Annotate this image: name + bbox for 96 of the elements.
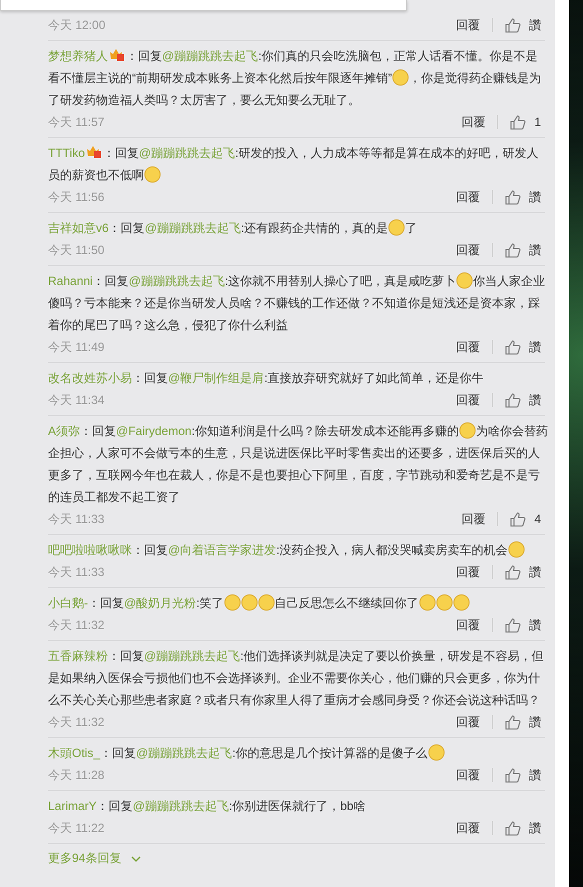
mention-link[interactable]: @蹦蹦跳跳去起飞: [144, 649, 240, 663]
emoji-icon: [240, 594, 258, 611]
comment-text: 五香麻辣粉：回复@蹦蹦跳跳去起飞:他们选择谈判就是决定了要以价换量，研发是不容易，但是如果纳入医保会亏损他们也不会选择谈判。企业不需要你关心，他们赚的只会更多，你为什么不关心关心那些患者家庭？或者只有你家里人得了重病才会感同身受？你还会说这种话吗？: [48, 648, 545, 709]
mention-link[interactable]: @蹦蹦跳跳去起飞: [144, 221, 241, 235]
emoji-icon: [428, 744, 445, 761]
comment-text: 改名改姓苏小易：回复@鞭尸制作组是肩:直接放弃研究就好了如此简单，还是你牛: [48, 370, 485, 387]
emoji-icon: [388, 219, 406, 236]
thumbs-up-icon[interactable]: [505, 564, 521, 580]
reply-button[interactable]: 回覆: [456, 616, 480, 634]
thumbs-up-icon[interactable]: [505, 242, 521, 258]
like-count: 1: [534, 115, 541, 129]
comment-text: A须弥：回复@Fairydemon:你知道利润是什么吗？除去研发成本还能再多赚的 为啥你会替药企担心，人家可不会做亏本的生意，只是说进医保比平时零售卖出的还要多，进医保后买的人更多了，互联网今年也在裁人，你是不是也要担心下阿里，百度，字节跳动和爱奇艺是不是亏的连员工都发不起工资了: [48, 421, 548, 506]
thumbs-up-icon[interactable]: [505, 18, 521, 32]
mention-link[interactable]: @蹦蹦跳跳去起飞: [136, 746, 232, 760]
emoji-icon: [436, 594, 453, 611]
comment-text: 吉祥如意v6：回复@蹦蹦跳跳去起飞:还有跟药企共情的，真的是 了: [48, 218, 418, 238]
emoji-icon: [258, 594, 275, 611]
thumbs-up-icon[interactable]: [505, 820, 521, 836]
username-link[interactable]: A须弥: [48, 424, 80, 438]
like-count: 讚: [529, 714, 541, 730]
timestamp: 今天 11:34: [48, 392, 104, 408]
like-count: 讚: [529, 766, 541, 784]
reply-button[interactable]: 回覆: [456, 392, 480, 408]
emoji-icon: [456, 272, 474, 289]
timestamp: 今天 11:33: [48, 564, 104, 580]
like-count: 讚: [529, 564, 541, 580]
comment-text: Rahanni：回复@蹦蹦跳跳去起飞:这你就不用替别人操心了吧，真是咸吃萝卜 你当人家企业傻吗？亏本能来？还是你当研发人员啥？不赚钱的工作还做？不知道你是短浅还是资本家，踩着你的尾巴了吗？这么急，侵犯了你什么利益: [48, 271, 546, 334]
emoji-icon: [508, 541, 525, 558]
username-link[interactable]: LarimarY: [48, 799, 97, 813]
emoji-icon: [418, 594, 436, 611]
mention-link[interactable]: @Fairydemon: [116, 424, 192, 438]
reply-button[interactable]: 回覆: [456, 242, 480, 258]
emoji-icon: [458, 422, 476, 439]
like-count: 讚: [529, 338, 541, 356]
mention-link[interactable]: @蹦蹦跳跳去起飞: [132, 799, 229, 813]
thumbs-up-icon[interactable]: [505, 618, 521, 632]
like-count: 讚: [529, 242, 541, 258]
timestamp: 今天 11:50: [48, 242, 104, 258]
comment-text: 吧吧啦啦啾啾咪：回复@向着语言学家进发:没药企投入，病人都没哭喊卖房卖车的机会: [48, 539, 548, 561]
reply-button[interactable]: 回覆: [456, 714, 480, 730]
timestamp: 今天 11:32: [48, 616, 104, 634]
comment-text: 木頭Otis_：回复@蹦蹦跳跳去起飞:你的意思是几个按计算器的是傻子么: [48, 742, 548, 764]
like-count: 讚: [529, 16, 541, 34]
thumbs-up-icon[interactable]: [505, 714, 521, 730]
comment-text: LarimarY：回复@蹦蹦跳跳去起飞:你别进医保就行了，bb啥: [48, 798, 367, 815]
more-replies-link[interactable]: 更多94条回复: [48, 850, 142, 867]
mention-link[interactable]: @蹦蹦跳跳去起飞: [162, 49, 258, 63]
emoji-icon: [224, 594, 241, 611]
thumbs-up-icon[interactable]: [505, 392, 521, 408]
comment-text: 梦想养猪人 ：回复@蹦蹦跳跳去起飞:你们真的只会吃洗脑包，正常人话看不懂。你是不是看不懂层主说的“前期研发成本账务上资本化然后按年限逐年摊销” ，你是觉得药企赚钱是为了研发药物造福人类吗？太厉害了，要么无知要么无耻了。: [48, 47, 542, 109]
username-link[interactable]: Rahanni: [48, 274, 93, 288]
reply-button[interactable]: 回覆: [456, 820, 480, 836]
reply-button[interactable]: 回覆: [456, 188, 480, 206]
thumbs-up-icon[interactable]: [505, 340, 521, 354]
thumbs-up-icon[interactable]: [505, 190, 521, 204]
username-link[interactable]: 吉祥如意v6: [48, 221, 109, 235]
emoji-icon: [452, 594, 470, 611]
reply-button[interactable]: 回覆: [456, 564, 480, 580]
reply-button[interactable]: 回覆: [456, 338, 480, 356]
emoji-icon: [392, 69, 409, 86]
username-link[interactable]: 改名改姓苏小易: [48, 371, 132, 385]
mention-link[interactable]: @向着语言学家进发: [168, 543, 276, 557]
reply-button[interactable]: 回覆: [461, 114, 486, 130]
timestamp: 今天 11:56: [48, 188, 104, 206]
timestamp: 今天 11:57: [48, 114, 104, 130]
mention-link[interactable]: @鞭尸制作组是肩: [168, 371, 264, 385]
timestamp: 今天 12:00: [48, 16, 106, 34]
chevron-down-icon: [131, 856, 142, 862]
thumbs-up-icon[interactable]: [505, 768, 521, 782]
timestamp: 今天 11:22: [48, 820, 104, 836]
like-count: 讚: [529, 188, 541, 206]
like-count: 讚: [529, 820, 541, 836]
thumbs-up-icon[interactable]: [510, 512, 526, 526]
username-link[interactable]: 小白鹅-: [48, 596, 88, 610]
timestamp: 今天 11:49: [48, 338, 104, 356]
reply-button[interactable]: 回覆: [461, 510, 486, 528]
emoji-icon: [144, 166, 161, 183]
timestamp: 今天 11:28: [48, 766, 104, 784]
timestamp: 今天 11:33: [48, 510, 104, 528]
timestamp: 今天 11:32: [48, 714, 104, 730]
mention-link[interactable]: @酸奶月光粉: [124, 596, 196, 610]
username-link[interactable]: 五香麻辣粉: [48, 649, 108, 663]
like-count: 讚: [529, 616, 541, 634]
username-link[interactable]: 梦想养猪人: [48, 49, 108, 63]
username-link[interactable]: 木頭Otis_: [48, 746, 100, 760]
username-link[interactable]: TTTiko: [48, 146, 85, 160]
reply-button[interactable]: 回覆: [456, 16, 480, 34]
comment-text: TTTiko ：回复@蹦蹦跳跳去起飞:研发的投入，人力成本等等都是算在成本的好吧，研发人员的薪资也不低啊: [48, 144, 540, 185]
mention-link[interactable]: @蹦蹦跳跳去起飞: [128, 274, 225, 288]
reply-button[interactable]: 回覆: [456, 766, 480, 784]
like-count: 4: [534, 512, 541, 526]
username-link[interactable]: 吧吧啦啦啾啾咪: [48, 543, 132, 557]
mention-link[interactable]: @蹦蹦跳跳去起飞: [138, 146, 236, 160]
like-count: 讚: [529, 392, 541, 408]
thumbs-up-icon[interactable]: [510, 114, 526, 130]
comment-text: 小白鹅-：回复@酸奶月光粉:笑了 自己反思怎么不继续回你了: [48, 592, 548, 614]
